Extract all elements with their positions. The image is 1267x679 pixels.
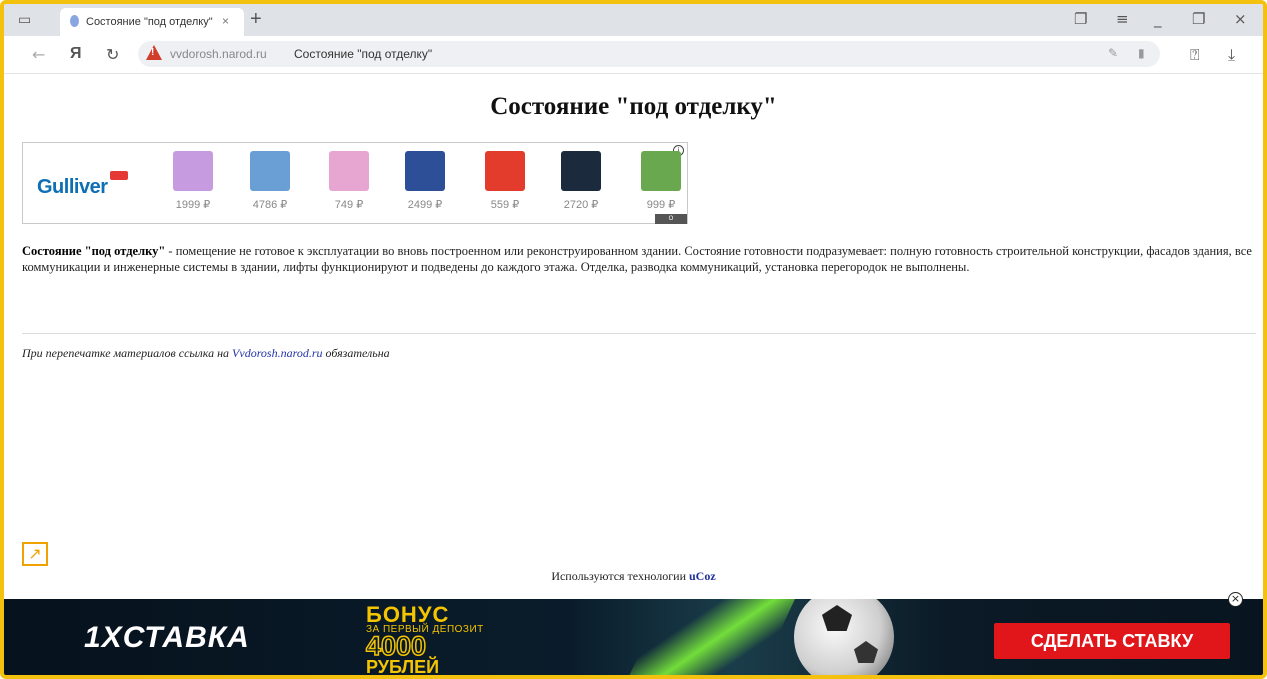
- banner-logo: 1XСТАВКА: [84, 621, 250, 654]
- ad-product[interactable]: 749 ₽: [319, 151, 379, 211]
- banner-light-streak: [613, 599, 805, 675]
- ad-company-label[interactable]: О компании: [655, 214, 687, 232]
- product-price: 4786 ₽: [252, 199, 288, 211]
- address-bar: ← Я ↻ ! vvdorosh.narod.ru Состояние "под…: [4, 36, 1263, 74]
- divider: [22, 333, 1256, 334]
- reprint-notice: При перепечатке материалов ссылка на Vvd…: [22, 346, 390, 360]
- external-link-icon[interactable]: ↗: [22, 542, 48, 566]
- product-price: 749 ₽: [334, 199, 364, 211]
- ad-product[interactable]: 4786 ₽: [240, 151, 300, 211]
- gulliver-badge-icon: [110, 171, 128, 180]
- ucoz-footer: Используются технологии uCoz: [551, 569, 716, 583]
- download-icon[interactable]: ⤓: [1228, 45, 1235, 65]
- tab-title: Состояние "под отделку": [86, 16, 213, 28]
- product-price: 2499 ₽: [407, 199, 443, 211]
- product-price: 1999 ₽: [175, 199, 211, 211]
- bookmark-icon[interactable]: ▮: [1138, 46, 1145, 60]
- banner-cta-button[interactable]: СДЕЛАТЬ СТАВКУ: [994, 623, 1230, 659]
- reload-icon[interactable]: ↻: [106, 45, 119, 64]
- banner-close-icon[interactable]: ×: [1228, 592, 1243, 607]
- url-domain: vvdorosh.narod.ru: [170, 47, 267, 61]
- menu-icon[interactable]: ≡: [1116, 10, 1129, 28]
- product-price: 2720 ₽: [563, 199, 599, 211]
- bottom-banner-ad[interactable]: 1XСТАВКА БОНУС ЗА ПЕРВЫЙ ДЕПОЗИТ 4000 РУ…: [4, 599, 1263, 677]
- url-page-title: Состояние "под отделку": [294, 47, 433, 61]
- page-content: Состояние "под отделку" Gulliver i 1999 …: [4, 75, 1263, 675]
- collections-icon[interactable]: ❐: [1074, 10, 1087, 28]
- product-image[interactable]: [485, 151, 525, 191]
- ad-product[interactable]: 2720 ₽: [551, 151, 611, 211]
- ucoz-link[interactable]: uCoz: [689, 569, 716, 583]
- reader-mode-icon[interactable]: ✎: [1108, 46, 1118, 60]
- product-image[interactable]: [329, 151, 369, 191]
- product-image[interactable]: [561, 151, 601, 191]
- tab-active[interactable]: Состояние "под отделку" ×: [60, 8, 244, 36]
- description-paragraph: Состояние "под отделку" - помещение не г…: [22, 243, 1254, 275]
- yandex-logo-icon[interactable]: Я: [70, 45, 82, 63]
- site-link[interactable]: Vvdorosh.narod.ru: [232, 346, 322, 360]
- protect-icon[interactable]: ⍰: [1190, 45, 1200, 65]
- back-icon[interactable]: ←: [32, 45, 45, 64]
- banner-bonus-currency: РУБЛЕЙ: [366, 657, 440, 677]
- tab-bar: ▭ Состояние "под отделку" × + ❐ ≡ _ ❐ ×: [4, 4, 1263, 36]
- description-term: Состояние "под отделку": [22, 244, 166, 258]
- ad-product[interactable]: 999 ₽: [631, 151, 691, 211]
- page-title: Состояние "под отделку": [490, 93, 777, 120]
- gulliver-logo[interactable]: Gulliver: [37, 176, 108, 199]
- product-price: 559 ₽: [490, 199, 520, 211]
- ad-product[interactable]: 1999 ₽: [163, 151, 223, 211]
- ad-product[interactable]: 559 ₽: [475, 151, 535, 211]
- restore-icon[interactable]: ❐: [1192, 10, 1205, 28]
- minimize-icon[interactable]: _: [1154, 10, 1162, 28]
- product-image[interactable]: [405, 151, 445, 191]
- tab-close-icon[interactable]: ×: [222, 14, 229, 28]
- tab-favicon-icon: [70, 15, 79, 27]
- product-image[interactable]: [173, 151, 213, 191]
- product-image[interactable]: [250, 151, 290, 191]
- url-field[interactable]: ! vvdorosh.narod.ru Состояние "под отдел…: [138, 41, 1160, 67]
- new-tab-button[interactable]: +: [250, 8, 262, 31]
- description-text: - помещение не готовое к эксплуатации во…: [22, 244, 1252, 274]
- product-image[interactable]: [641, 151, 681, 191]
- browser-window: ▭ Состояние "под отделку" × + ❐ ≡ _ ❐ × …: [0, 0, 1267, 679]
- ad-block-gulliver[interactable]: Gulliver i 1999 ₽4786 ₽749 ₽2499 ₽559 ₽2…: [22, 142, 691, 232]
- ad-product[interactable]: 2499 ₽: [395, 151, 455, 211]
- tabs-menu-icon[interactable]: ▭: [18, 12, 31, 28]
- close-window-icon[interactable]: ×: [1234, 10, 1247, 28]
- product-price: 999 ₽: [646, 199, 676, 211]
